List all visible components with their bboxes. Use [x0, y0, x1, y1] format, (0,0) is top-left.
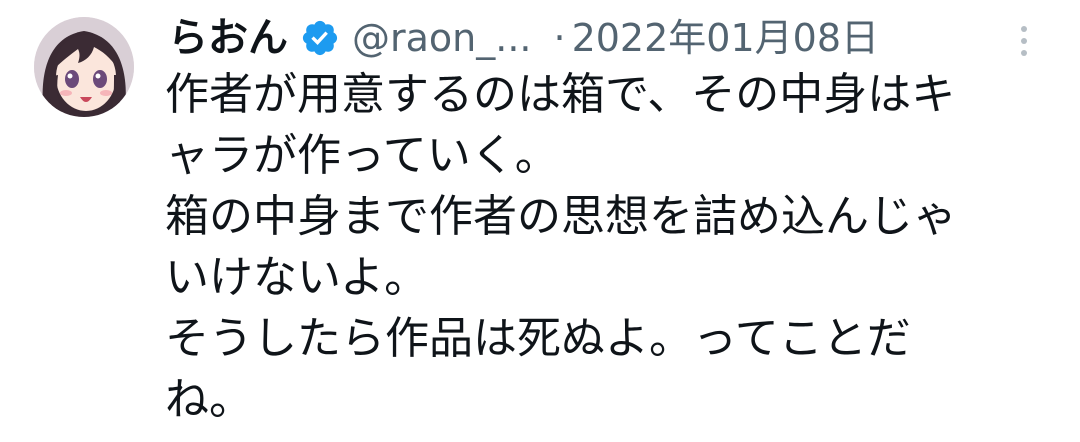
tweet-text-line: ャラが作っていく。	[165, 130, 559, 181]
display-name[interactable]: らおん	[168, 8, 288, 68]
avatar-image	[34, 17, 134, 117]
verified-badge-icon	[300, 18, 340, 58]
tweet-text-line: いけないよ。	[165, 252, 429, 303]
tweet-text: 作者が用意するのは箱で、その中身はキ ャラが作っていく。 箱の中身まで作者の思想…	[165, 64, 1015, 430]
avatar[interactable]	[34, 17, 134, 117]
user-handle[interactable]: @raon_...	[352, 8, 531, 68]
tweet-timestamp[interactable]: 2022年01月08日	[572, 8, 879, 68]
tweet-text-line: ね。	[165, 374, 253, 425]
tweet-text-line: 作者が用意するのは箱で、その中身はキ	[165, 69, 956, 120]
tweet[interactable]: らおん @raon_... · 2022年01月08日 作者が用意するのは箱で、…	[0, 0, 1080, 442]
more-options-icon[interactable]	[1017, 26, 1031, 62]
tweet-header: らおん @raon_... · 2022年01月08日	[168, 8, 879, 68]
tweet-text-line: そうしたら作品は死ぬよ。ってことだ	[165, 313, 911, 364]
tweet-text-line: 箱の中身まで作者の思想を詰め込んじゃ	[165, 191, 957, 242]
separator-dot: ·	[553, 16, 566, 60]
